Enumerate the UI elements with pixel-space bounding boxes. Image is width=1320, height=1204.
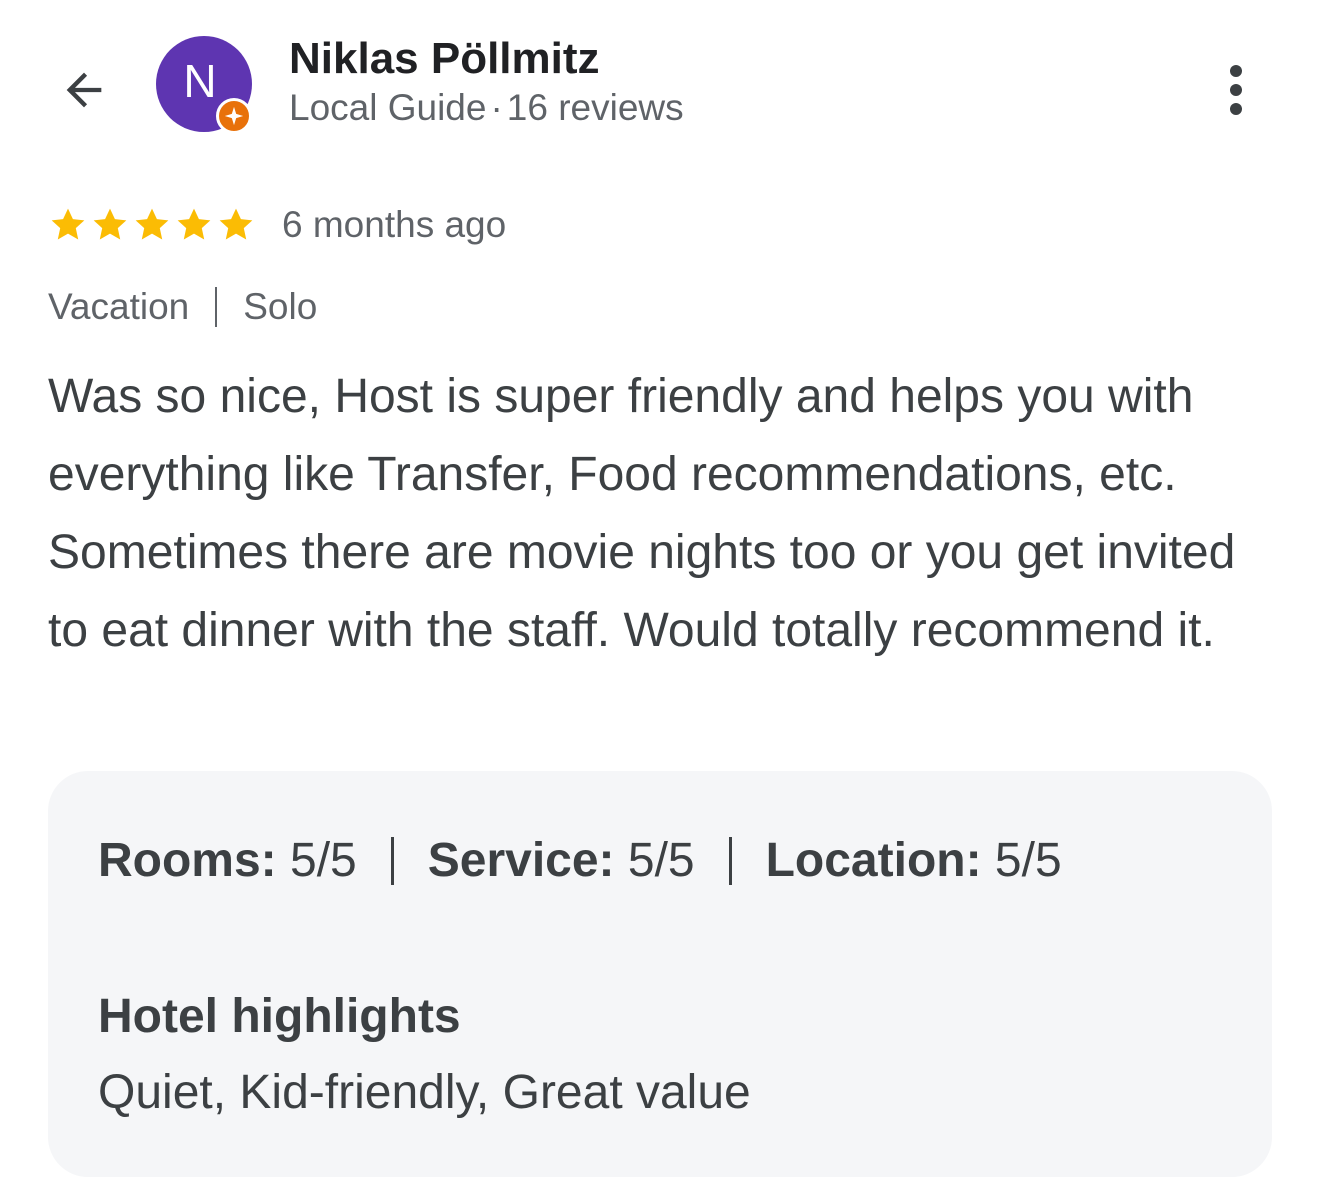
reviewer-subline: Local Guide · 16 reviews [289,86,684,130]
star-icon [93,208,127,240]
category-rating-service: Service: 5/5 [428,831,695,891]
category-rating-value: 5/5 [276,834,357,887]
highlights-values: Quiet, Kid-friendly, Great value [98,1066,751,1119]
review-text: Was so nice, Host is super friendly and … [48,370,1236,657]
more-vertical-icon-dot [1230,84,1242,96]
rating-divider [728,837,732,885]
reviewer-role: Local Guide [289,87,487,128]
more-vertical-icon-dot [1230,103,1242,115]
review-details-card: Rooms: 5/5 Service: 5/5 Location: 5/5 Hote… [48,771,1272,1177]
avatar-letter: N [183,55,217,107]
category-rating-location: Location: 5/5 [766,831,1062,891]
travel-group: Solo [243,286,318,327]
category-rating-value: 5/5 [981,834,1062,887]
highlights-title: Hotel highlights [98,990,461,1043]
star-icon [219,208,253,240]
category-rating-label: Location: [765,834,982,887]
more-options-button[interactable] [1206,60,1266,120]
category-rating-rooms: Rooms: 5/5 [98,831,357,891]
star-rating [48,205,256,245]
trip-tags: Vacation Solo [48,284,317,330]
more-vertical-icon-dot [1230,65,1242,77]
rating-row: 6 months ago [48,200,506,250]
category-rating-label: Service: [427,834,615,887]
arrow-back-icon [66,72,102,108]
review-count[interactable]: 16 reviews [507,87,684,128]
category-ratings: Rooms: 5/5 Service: 5/5 Location: 5/5 [98,831,1062,891]
subline-separator: · [490,87,503,128]
trip-type: Vacation [48,286,190,327]
category-rating-value: 5/5 [614,834,695,887]
tag-divider [215,287,218,327]
reviewer-name[interactable]: Niklas Pöllmitz [289,34,600,84]
review-time: 6 months ago [282,204,507,245]
category-rating-label: Rooms: [98,834,277,887]
back-button[interactable] [52,58,116,122]
star-icon [135,208,169,240]
local-guide-badge-icon [216,98,252,134]
star-icon [177,208,211,240]
star-icon [51,208,85,240]
rating-divider [390,837,394,885]
